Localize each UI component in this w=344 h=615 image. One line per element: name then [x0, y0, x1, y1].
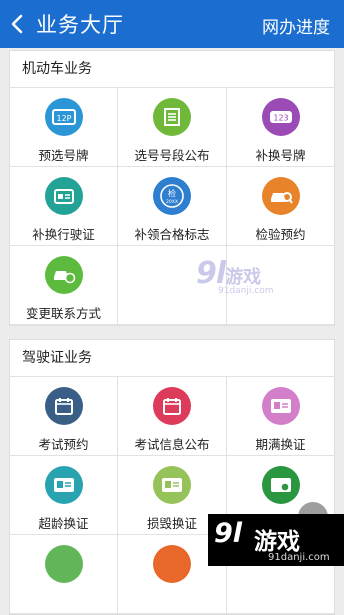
service-label: 检验预约	[255, 227, 306, 242]
service-item-change-contact[interactable]: 变更联系方式	[10, 246, 118, 325]
service-label: 考试预约	[38, 437, 89, 452]
service-item-inspection-booking[interactable]: 检验预约	[227, 167, 334, 246]
plate-123-icon: 123	[261, 98, 300, 136]
document-list-icon	[153, 98, 191, 136]
partial-icon	[153, 545, 191, 583]
vehicle-license-icon	[44, 177, 83, 215]
svg-text:检: 检	[168, 188, 176, 198]
svg-text:123: 123	[273, 114, 288, 123]
watermark-url: 91danji.com	[268, 552, 330, 563]
calendar-icon	[44, 387, 83, 425]
service-item-overage-renewal[interactable]: 超龄换证	[10, 456, 118, 535]
svg-text:20XX: 20XX	[166, 199, 178, 205]
id-card-icon	[153, 466, 191, 504]
progress-link[interactable]: 网办进度	[262, 13, 330, 38]
license-plate-icon: 12P	[44, 98, 83, 136]
watermark-url: 91danji.com	[218, 286, 274, 296]
page-title: 业务大厅	[36, 13, 124, 37]
inspection-badge-icon: 检 20XX	[153, 177, 191, 215]
watermark-text: 游戏	[225, 267, 262, 288]
service-item-number-segment[interactable]: 选号号段公布	[118, 88, 227, 167]
service-item-exam-booking[interactable]: 考试预约	[10, 377, 118, 456]
service-label: 补换行驶证	[32, 227, 95, 242]
back-button[interactable]	[0, 0, 34, 48]
id-card-icon	[261, 387, 300, 425]
watermark-banner: 9l 游戏 91danji.com	[208, 514, 344, 566]
vehicle-section: 机动车业务 12P 预选号牌 选号号段公布 123 补换号牌 补换行驶证 检 2…	[9, 50, 335, 326]
calendar-icon	[153, 387, 191, 425]
service-label: 期满换证	[255, 437, 306, 452]
service-label: 损毁换证	[146, 516, 197, 531]
service-label: 补领合格标志	[134, 227, 210, 242]
service-item-expiry-renewal[interactable]: 期满换证	[227, 377, 334, 456]
watermark-text: 游戏	[254, 529, 300, 555]
id-card-icon	[261, 466, 300, 504]
watermark-logo: 9l游戏 91danji.com	[196, 256, 273, 296]
car-search-icon	[261, 177, 300, 215]
service-item-replace-license[interactable]: 补换行驶证	[10, 167, 118, 246]
service-label: 超龄换证	[38, 516, 89, 531]
service-label: 变更联系方式	[25, 306, 101, 321]
partial-icon	[44, 545, 83, 583]
driver-license-section: 驾驶证业务 考试预约 考试信息公布 期满换证 超龄换证 损毁换证	[9, 339, 335, 615]
top-bar: 业务大厅 网办进度	[0, 0, 344, 48]
service-item-preselect-plate[interactable]: 12P 预选号牌	[10, 88, 118, 167]
watermark-logo-mark: 9l	[214, 518, 243, 549]
section-title: 驾驶证业务	[10, 340, 334, 377]
chevron-left-icon	[11, 14, 23, 34]
service-item-qualification-badge[interactable]: 检 20XX 补领合格标志	[118, 167, 227, 246]
service-label: 考试信息公布	[134, 437, 210, 452]
service-item-replace-plate[interactable]: 123 补换号牌	[227, 88, 334, 167]
svg-text:12P: 12P	[56, 114, 71, 123]
service-item-exam-info[interactable]: 考试信息公布	[118, 377, 227, 456]
service-item-partial[interactable]	[10, 535, 118, 614]
car-phone-icon	[44, 256, 83, 294]
service-label: 补换号牌	[255, 148, 306, 163]
service-label: 选号号段公布	[134, 148, 210, 163]
service-label: 预选号牌	[38, 148, 89, 163]
id-card-icon	[44, 466, 83, 504]
section-title: 机动车业务	[10, 51, 334, 88]
